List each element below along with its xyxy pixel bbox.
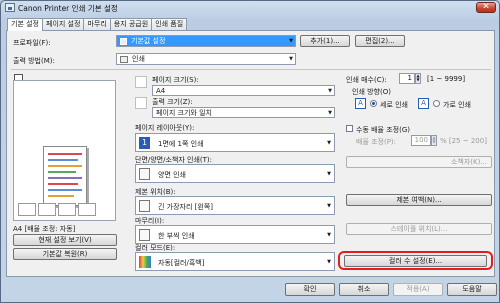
collate-icon (58, 203, 76, 216)
profile-label: 프로파일(F): (13, 39, 51, 47)
copies-input[interactable]: 1 (399, 73, 415, 84)
color-mode-select-icon (139, 256, 151, 268)
tab-basic-settings[interactable]: 기본 설정 (7, 18, 43, 31)
output-size-icon (135, 97, 147, 109)
manual-scaling-checkbox[interactable] (346, 125, 353, 132)
chevron-down-icon: ▼ (327, 171, 331, 177)
landscape-label: 가로 인쇄 (443, 101, 471, 109)
page-size-icon (135, 76, 147, 88)
portrait-label: 세로 인쇄 (380, 101, 408, 109)
preview-icon-row (18, 203, 110, 217)
profile-value: 기본값 설정 (131, 37, 166, 45)
orientation-label: 인쇄 방향(O) (352, 88, 391, 96)
page-size-value: A4 (156, 86, 166, 95)
output-size-value: 페이지 크기와 일치 (156, 108, 212, 117)
preview-area (13, 80, 116, 221)
tab-page-setup[interactable]: 페이지 설정 (42, 18, 85, 30)
page-preview (43, 146, 87, 206)
duplex-select[interactable]: 양면 인쇄 ▼ (135, 164, 335, 183)
copies-stepper[interactable]: ▲ ▼ (415, 73, 421, 84)
chevron-down-icon: ▼ (328, 87, 332, 94)
color-mode-icon (18, 203, 36, 216)
landscape-icon: A (418, 98, 429, 109)
color-mode-value: 자동[컬러/흑백] (158, 259, 205, 267)
profile-icon (120, 38, 127, 45)
binding-margin-button[interactable]: 제본 여백(N)... (346, 194, 492, 206)
printer-icon (5, 3, 15, 12)
layout-label: 페이지 레이아웃(Y): (135, 124, 195, 132)
title-bar: Canon Printer 인쇄 기본 설정 ✕ (1, 1, 499, 15)
chevron-down-icon: ▼ (327, 203, 331, 209)
collate-select-icon (139, 229, 150, 241)
add-profile-button[interactable]: 추가(1)... (300, 35, 350, 47)
preview-caption: A4 [배율 조정: 자동] (13, 225, 76, 233)
tab-strip: 기본 설정 페이지 설정 마무리 용지 공급원 인쇄 품질 (7, 18, 188, 31)
chevron-down-icon: ▼ (327, 259, 331, 265)
chevron-down-icon: ▼ (327, 140, 331, 146)
window-title: Canon Printer 인쇄 기본 설정 (18, 4, 118, 13)
color-settings-button[interactable]: 컬러 수 설정(E)... (344, 255, 487, 267)
portrait-radio[interactable] (370, 100, 377, 107)
binding-icon (78, 203, 96, 216)
scaling-field-label: 배율 조정(P): (356, 138, 397, 146)
binding-select[interactable]: 긴 가장자리 [왼쪽] ▼ (135, 196, 335, 215)
duplex-icon (38, 203, 56, 216)
layout-select[interactable]: 1 1면에 1쪽 인쇄 ▼ (135, 133, 335, 152)
close-button[interactable]: ✕ (476, 2, 496, 13)
finishing-value: 한 부씩 인쇄 (158, 232, 195, 240)
color-mode-select[interactable]: 자동[컬러/흑백] ▼ (135, 252, 335, 271)
edit-profile-button[interactable]: 편집(2)... (355, 35, 405, 47)
tab-panel: 프로파일(F): 기본값 설정 ▼ 추가(1)... 편집(2)... 출력 방… (6, 30, 495, 277)
chevron-down-icon: ▼ (327, 232, 331, 238)
duplex-value: 양면 인쇄 (158, 171, 186, 179)
staple-position-button[interactable]: 스테이플 위치(L)... (346, 223, 492, 235)
page-size-label: 페이지 크기(S): (152, 76, 199, 84)
scaling-input[interactable]: 100 (411, 135, 431, 146)
finishing-select[interactable]: 한 부씩 인쇄 ▼ (135, 225, 335, 244)
output-size-label: 출력 크기(Z): (152, 98, 193, 106)
divider (11, 69, 491, 70)
landscape-radio[interactable] (433, 100, 440, 107)
binding-select-icon (139, 200, 150, 212)
tab-quality[interactable]: 인쇄 품질 (151, 18, 188, 30)
ok-button[interactable]: 확인 (285, 283, 335, 296)
copies-label: 인쇄 매수(C): (346, 76, 387, 84)
scaling-stepper[interactable]: ▲ ▼ (431, 135, 437, 146)
apply-button[interactable]: 적용(A) (393, 283, 443, 296)
view-settings-button[interactable]: 현재 설정 보기(V) (13, 234, 117, 246)
tab-finishing[interactable]: 마무리 (83, 18, 111, 30)
layout-icon: 1 (139, 137, 150, 149)
chevron-down-icon: ▼ (289, 38, 293, 44)
help-button[interactable]: 도움말 (447, 283, 497, 296)
manual-scaling-label: 수동 배율 조정(G) (356, 126, 410, 134)
booklet-button[interactable]: 소책자(K)... (346, 156, 492, 168)
output-method-select[interactable]: 인쇄 ▼ (116, 53, 296, 65)
scaling-range: % [25 ~ 200] (440, 137, 487, 145)
copies-range: [1 ~ 9999] (427, 75, 466, 83)
print-icon (120, 56, 128, 63)
portrait-icon: A (355, 98, 366, 109)
page-size-select[interactable]: A4 ▼ (152, 85, 335, 96)
binding-value: 긴 가장자리 [왼쪽] (158, 203, 213, 211)
chevron-down-icon: ▼ (289, 56, 293, 62)
restore-defaults-button[interactable]: 기본값 복원(R) (13, 248, 117, 260)
output-size-select[interactable]: 페이지 크기와 일치 ▼ (152, 107, 335, 118)
duplex-select-icon (139, 168, 150, 180)
profile-select[interactable]: 기본값 설정 ▼ (116, 35, 296, 47)
output-method-value: 인쇄 (132, 55, 145, 63)
printing-preferences-window: Canon Printer 인쇄 기본 설정 ✕ 기본 설정 페이지 설정 마무… (0, 0, 500, 303)
chevron-down-icon: ▼ (328, 109, 332, 116)
tab-paper-source[interactable]: 용지 공급원 (109, 18, 153, 30)
cancel-button[interactable]: 취소 (339, 283, 389, 296)
output-method-label: 출력 방법(M): (13, 57, 55, 65)
layout-value: 1면에 1쪽 인쇄 (158, 140, 204, 148)
